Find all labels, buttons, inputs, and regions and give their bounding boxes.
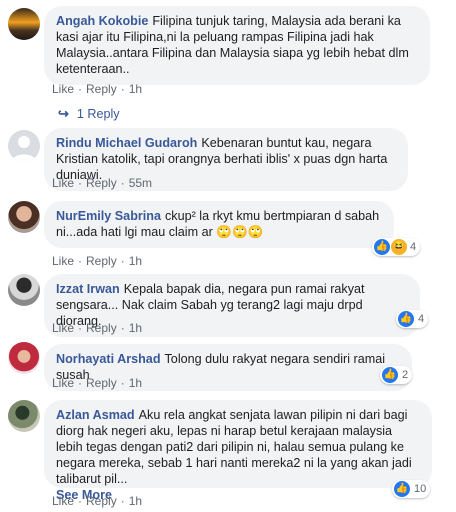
- comment-actions: Like · Reply · 55m: [52, 176, 153, 190]
- reaction-count: 4: [418, 313, 425, 325]
- like-reaction-icon: 👍: [382, 367, 398, 383]
- reaction-count: 4: [410, 241, 417, 253]
- like-link[interactable]: Like: [52, 82, 74, 96]
- commenter-name[interactable]: Izzat Irwan: [56, 282, 120, 296]
- timestamp[interactable]: 1h: [129, 82, 142, 96]
- like-link[interactable]: Like: [52, 176, 74, 190]
- like-reaction-icon: 👍: [398, 311, 414, 327]
- view-replies-link[interactable]: ↪ 1 Reply: [58, 106, 120, 122]
- comment-actions: Like · Reply · 1h: [52, 376, 143, 390]
- reply-link[interactable]: Reply: [86, 254, 117, 268]
- comment-actions: Like · Reply · 1h: [52, 494, 143, 508]
- timestamp[interactable]: 55m: [129, 176, 152, 190]
- reaction-summary[interactable]: 👍 4: [396, 310, 429, 328]
- haha-reaction-icon: 😆: [391, 239, 407, 255]
- reaction-summary[interactable]: 👍 10: [392, 480, 431, 498]
- avatar[interactable]: [8, 201, 40, 233]
- timestamp[interactable]: 1h: [129, 254, 142, 268]
- reply-link[interactable]: Reply: [86, 494, 117, 508]
- like-link[interactable]: Like: [52, 376, 74, 390]
- view-replies-label: 1 Reply: [76, 107, 120, 121]
- comment-bubble: Azlan Asmad Aku rela angkat senjata lawan…: [44, 400, 432, 502]
- reaction-summary[interactable]: 👍 😆 4: [372, 238, 421, 256]
- reply-link[interactable]: Reply: [86, 376, 117, 390]
- like-link[interactable]: Like: [52, 254, 74, 268]
- default-profile-icon: [12, 136, 36, 162]
- avatar[interactable]: [8, 342, 40, 374]
- avatar[interactable]: [8, 8, 40, 40]
- commenter-name[interactable]: Azlan Asmad: [56, 408, 135, 422]
- avatar[interactable]: [8, 274, 40, 306]
- commenter-name[interactable]: Rindu Michael Gudaroh: [56, 136, 197, 150]
- timestamp[interactable]: 1h: [129, 494, 142, 508]
- commenter-name[interactable]: Angah Kokobie: [56, 14, 148, 28]
- comment-bubble: Angah Kokobie Filipina tunjuk taring, Mal…: [44, 6, 430, 85]
- avatar[interactable]: [8, 130, 40, 162]
- like-link[interactable]: Like: [52, 321, 74, 335]
- reply-link[interactable]: Reply: [86, 176, 117, 190]
- reply-link[interactable]: Reply: [86, 82, 117, 96]
- reaction-summary[interactable]: 👍 2: [380, 366, 413, 384]
- comment-actions: Like · Reply · 1h: [52, 321, 143, 335]
- like-reaction-icon: 👍: [394, 481, 410, 497]
- reply-arrow-icon: ↪: [58, 106, 69, 121]
- reaction-count: 10: [414, 483, 427, 495]
- comment-bubble: NurEmily Sabrina ckup² la rkyt kmu bertmp…: [44, 201, 394, 248]
- commenter-name[interactable]: Norhayati Arshad: [56, 352, 161, 366]
- like-link[interactable]: Like: [52, 494, 74, 508]
- like-reaction-icon: 👍: [374, 239, 390, 255]
- comment-actions: Like · Reply · 1h: [52, 82, 143, 96]
- timestamp[interactable]: 1h: [129, 321, 142, 335]
- commenter-name[interactable]: NurEmily Sabrina: [56, 209, 161, 223]
- comment-actions: Like · Reply · 1h: [52, 254, 143, 268]
- timestamp[interactable]: 1h: [129, 376, 142, 390]
- avatar[interactable]: [8, 400, 40, 432]
- reaction-count: 2: [402, 369, 409, 381]
- reply-link[interactable]: Reply: [86, 321, 117, 335]
